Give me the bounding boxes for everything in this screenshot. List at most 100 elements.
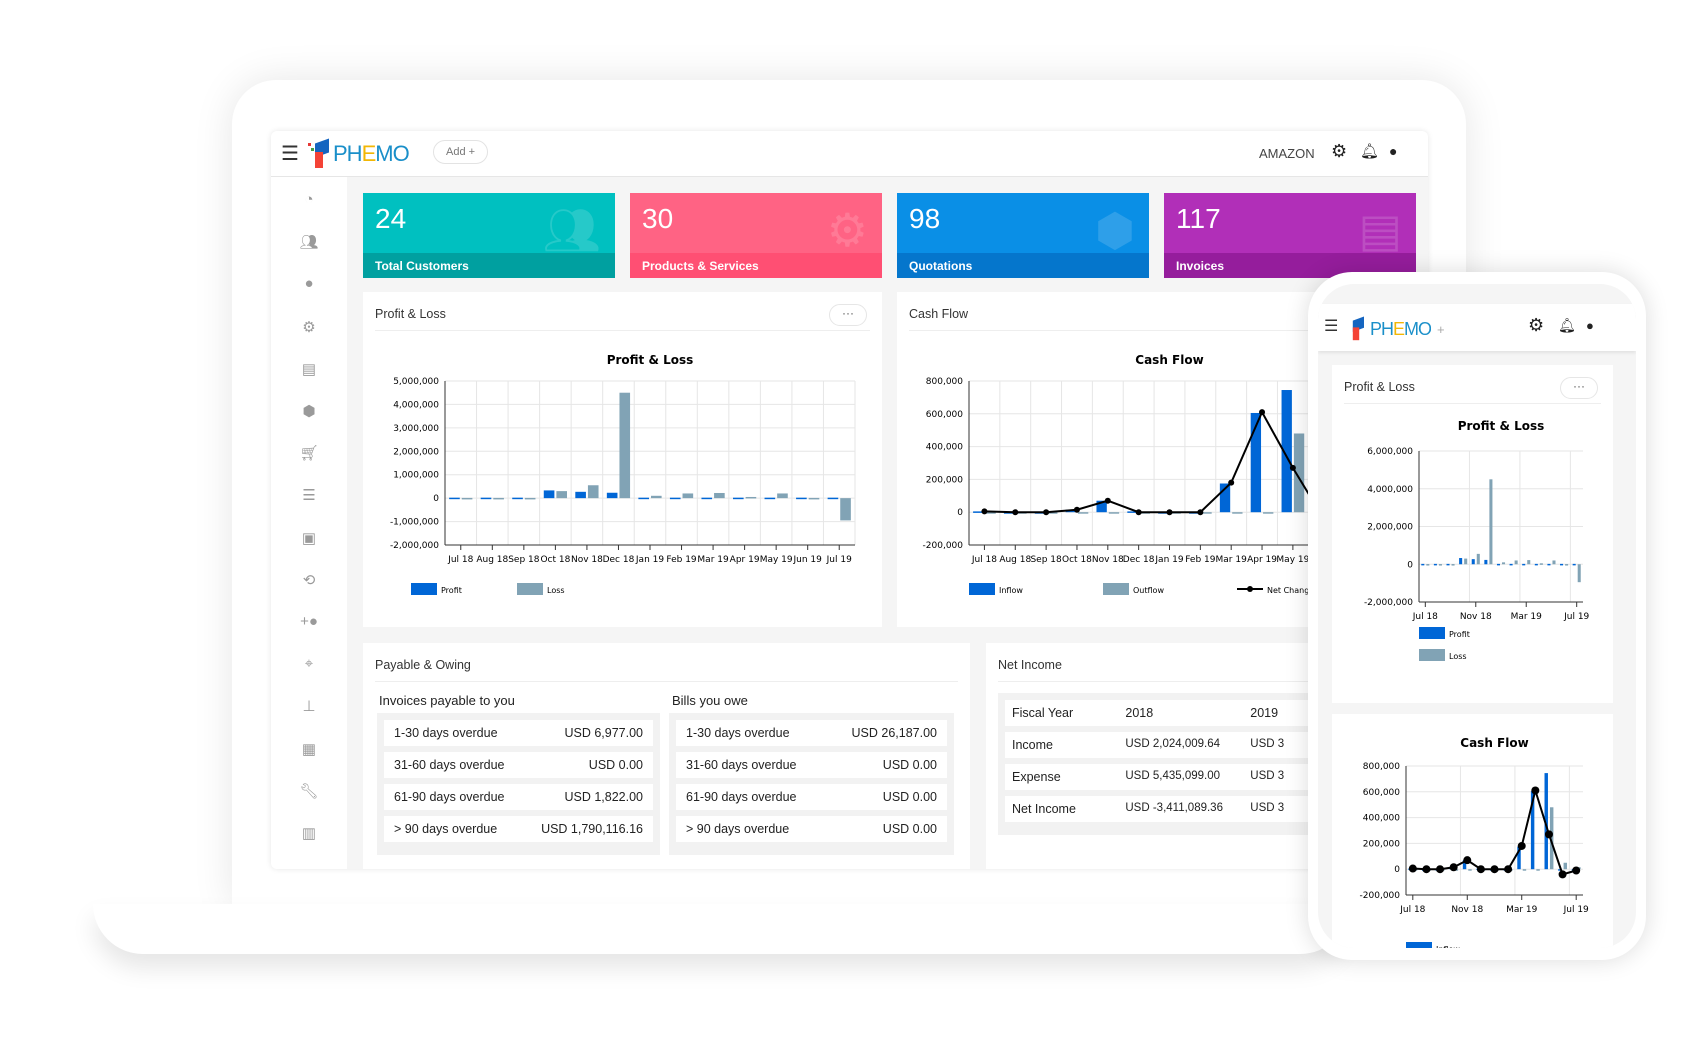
row-value: USD 0.00 [882,758,937,772]
bell-icon[interactable]: 🔔︎ [1360,142,1379,160]
transfer-icon[interactable]: ⟲ [271,571,347,589]
payment-icon[interactable]: ▣ [271,529,347,547]
list-icon[interactable]: ☰ [271,486,347,504]
line-point [1544,830,1553,839]
x-tick-label: Mar 19 [1216,555,1248,565]
more-options-button[interactable]: ··· [829,304,867,326]
y-tick-label: 1,000,000 [393,471,439,481]
table-row: 1-30 days overdue USD 26,187.00 [676,720,947,746]
profit-loss-panel: Profit & Loss ··· Profit & Loss 5,000,000… [363,292,882,627]
logo[interactable]: PH E MO [307,138,410,169]
table-cell: USD 5,435,099.00 [1125,770,1220,782]
invoices-table: 1-30 days overdue USD 6,977.00 31-60 days … [377,713,660,855]
panel-title: Payable & Owing [375,658,471,672]
x-tick-label: Sep 18 [1030,555,1062,565]
more-options-button[interactable]: ··· [1560,377,1598,399]
bar-outflow [1522,869,1527,871]
file-icon[interactable]: ▦ [271,740,347,758]
logo-mark-icon [307,138,331,169]
line-point [1572,866,1581,875]
wrench-icon[interactable]: 🔧︎ [271,782,347,800]
column-header: 2018 [1125,706,1154,720]
bar-loss [651,495,662,499]
legend-label: Loss [1449,652,1467,661]
line-point [1135,509,1142,516]
phone-profit-loss-chart: Profit & Loss 6,000,000 4,000,000 2,000,000… [1364,419,1590,661]
y-tick-label: 6,000,000 [1367,447,1413,457]
hierarchy-icon[interactable]: ⊥ [271,697,347,715]
user-icon[interactable]: ● [271,275,347,292]
x-tick-label: Mar 19 [1511,612,1543,622]
user-icon[interactable]: ● [1586,318,1594,333]
y-tick-label: 3,000,000 [393,424,439,434]
bar-outflow [1563,862,1568,870]
line-point [1476,865,1485,874]
cart-icon[interactable]: 🛒︎ [271,444,347,462]
bills-table: 1-30 days overdue USD 26,187.00 31-60 days… [669,713,954,855]
legend-label: Loss [547,586,565,595]
panel-title: Profit & Loss [375,307,446,321]
stat-card[interactable]: ⬢ 98 Quotations [897,193,1149,278]
gear-icon[interactable]: ⚙ [1528,315,1544,336]
stat-card[interactable]: 👥︎ 24 Total Customers [363,193,615,278]
line-point [1073,506,1080,513]
logo-mark-icon [1346,316,1365,341]
y-tick-label: 2,000,000 [1367,523,1413,533]
bar-outflow [1536,869,1540,871]
line-point [1517,841,1526,850]
bar-loss [1426,564,1430,566]
gear-icon[interactable]: ⚙ [1331,141,1347,162]
stat-card[interactable]: ⚙ 30 Products & Services [630,193,882,278]
bar-loss [619,392,631,499]
phone-cash-flow-panel: Cash Flow 800,000 600,000 400,000 200,000 0 -2… [1332,714,1613,948]
bar-loss [1577,564,1581,583]
x-tick-label: Mar 19 [697,555,729,565]
x-tick-label: Jun 19 [792,555,822,565]
x-tick-label: Jul 18 [1399,905,1425,915]
x-tick-label: Apr 19 [1247,555,1277,565]
bar-profit [480,497,492,500]
logo[interactable]: PHEMO + [1344,314,1445,344]
invoices-title: Invoices payable to you [379,693,515,708]
x-tick-label: Sep 18 [508,555,540,565]
products-icon[interactable]: ⬢ [271,402,347,420]
legend-label: Profit [1449,630,1470,639]
table-cell: Expense [1012,770,1061,784]
add-user-icon[interactable]: +● [271,613,347,630]
line-point [1531,786,1540,795]
table-row: 1-30 days overdue USD 6,977.00 [384,720,653,746]
table-cell: Income [1012,738,1053,752]
bell-icon[interactable]: 🔔︎ [1558,317,1576,334]
payable-owing-panel: Payable & Owing Invoices payable to you … [363,643,970,869]
x-tick-label: Jul 18 [971,555,997,565]
menu-icon[interactable]: ☰ [1324,316,1338,336]
chart-title: Cash Flow [1460,736,1528,750]
stat-card[interactable]: ▤ 117 Invoices [1164,193,1416,278]
phone-screen: ☰ PHEMO + ⚙ 🔔︎ ● Profit & Loss ··· Profi… [1318,284,1636,948]
menu-icon[interactable]: ☰ [281,141,299,166]
dashboard-icon[interactable]: ◔ [271,191,347,208]
row-label: 31-60 days overdue [394,758,505,772]
add-button[interactable]: + [1437,322,1445,337]
document-icon[interactable]: ▤ [271,360,347,378]
user-icon[interactable]: ● [1389,143,1397,159]
binoculars-icon[interactable]: ⌖ [271,655,347,672]
settings-icon[interactable]: ⚙ [271,318,347,336]
brand-text: PHEMO [1370,318,1432,339]
add-button[interactable]: Add + [433,140,489,164]
app-window: ☰ PH E MO Add + AMAZON ⚙ 🔔︎ ● ◔ 👥︎ ● ⚙ ▤ ⬢ 🛒︎ ☰ ▣ ⟲… [271,131,1428,869]
customers-icon[interactable]: 👥︎ [271,233,347,251]
row-value: USD 6,977.00 [564,726,643,740]
line-point [1197,509,1204,516]
report-icon[interactable]: ▥ [271,824,347,842]
row-value: USD 1,790,116.16 [541,822,643,836]
bar-loss [1552,560,1556,565]
brand-text: MO [375,141,409,166]
bar-profit [1547,563,1551,566]
company-name[interactable]: AMAZON [1259,146,1315,161]
bar-loss [524,497,536,500]
bar-profit [733,497,744,500]
bar-profit [543,490,555,499]
table-row: 61-90 days overdue USD 1,822.00 [384,784,653,810]
row-label: 61-90 days overdue [394,790,505,804]
